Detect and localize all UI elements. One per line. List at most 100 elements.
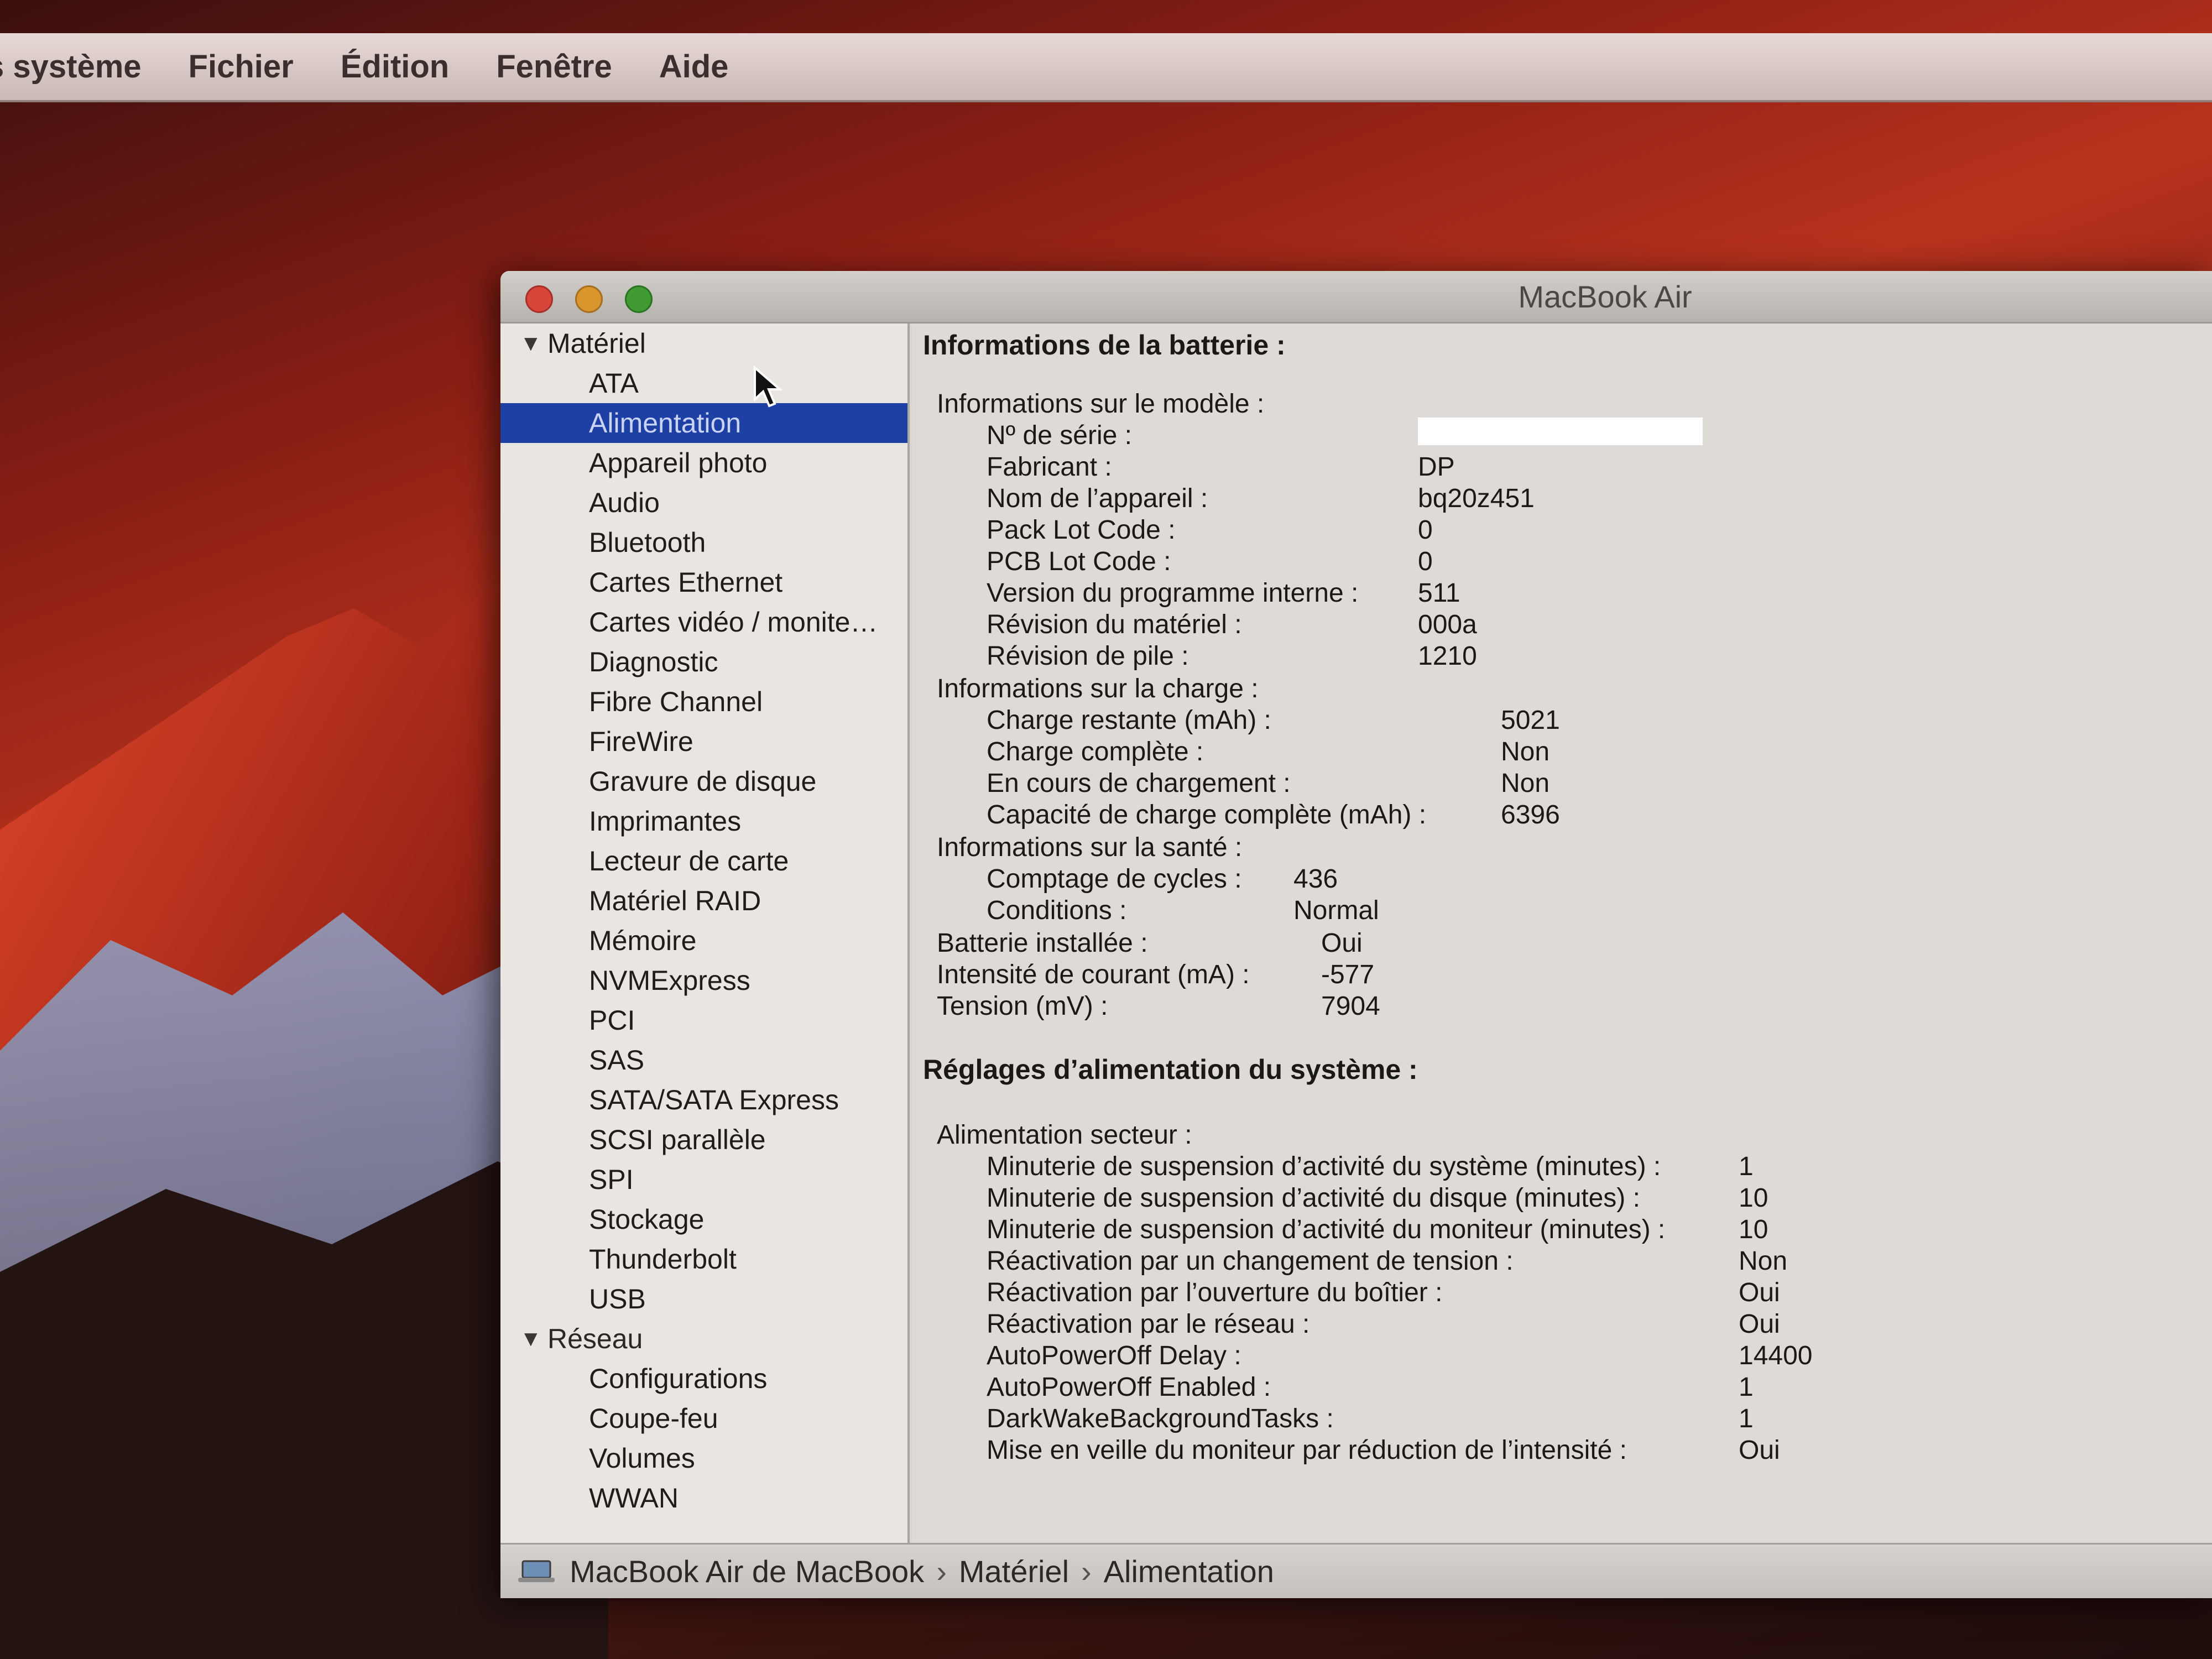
sidebar-item-ethernet[interactable]: Cartes Ethernet bbox=[500, 562, 907, 602]
sidebar-item-firewire[interactable]: FireWire bbox=[500, 722, 907, 761]
pack-lot-code-value: 0 bbox=[1418, 515, 1433, 545]
ac-power-group: Alimentation secteur : bbox=[937, 1120, 1192, 1150]
system-sleep-timer-value: 1 bbox=[1739, 1152, 1754, 1181]
sidebar-item-diagnostic[interactable]: Diagnostic bbox=[500, 642, 907, 682]
sidebar-item-audio[interactable]: Audio bbox=[500, 483, 907, 523]
sidebar-item-nvmexpress[interactable]: NVMExpress bbox=[500, 961, 907, 1000]
darkwake-tasks-value: 1 bbox=[1739, 1404, 1754, 1433]
charging-label: En cours de chargement : bbox=[987, 769, 1291, 798]
hardware-revision-label: Révision du matériel : bbox=[987, 610, 1242, 639]
system-sleep-timer-label: Minuterie de suspension d’activité du sy… bbox=[987, 1152, 1661, 1181]
menu-system-preferences[interactable]: s système bbox=[0, 48, 142, 85]
sidebar-item-fibre-channel[interactable]: Fibre Channel bbox=[500, 682, 907, 722]
sidebar-item-pci[interactable]: PCI bbox=[500, 1000, 907, 1040]
serial-number-label: Nº de série : bbox=[987, 421, 1132, 450]
autopoweroff-delay-value: 14400 bbox=[1739, 1341, 1813, 1370]
charge-info-group: Informations sur la charge : bbox=[937, 674, 1259, 703]
amperage-label: Intensité de courant (mA) : bbox=[937, 960, 1250, 989]
window-title: MacBook Air bbox=[1518, 279, 1692, 314]
sidebar-item-firewall[interactable]: Coupe-feu bbox=[500, 1399, 907, 1438]
model-info-group: Informations sur le modèle : bbox=[937, 389, 1265, 419]
sidebar: ▼ Matériel ATA Alimentation Appareil pho… bbox=[500, 324, 910, 1543]
display-dim-value: Oui bbox=[1739, 1436, 1780, 1465]
voltage-label: Tension (mV) : bbox=[937, 992, 1108, 1021]
cell-revision-label: Révision de pile : bbox=[987, 641, 1189, 671]
battery-installed-value: Oui bbox=[1321, 928, 1363, 958]
fully-charged-value: Non bbox=[1501, 737, 1550, 766]
sidebar-item-printers[interactable]: Imprimantes bbox=[500, 801, 907, 841]
manufacturer-value: DP bbox=[1418, 452, 1455, 482]
power-settings-heading: Réglages d’alimentation du système : bbox=[923, 1054, 1418, 1085]
mouse-pointer-icon bbox=[754, 365, 783, 408]
sidebar-section-label: Réseau bbox=[547, 1323, 643, 1354]
full-charge-capacity-label: Capacité de charge complète (mAh) : bbox=[987, 800, 1427, 830]
device-name-label: Nom de l’appareil : bbox=[987, 484, 1208, 513]
sidebar-item-wwan[interactable]: WWAN bbox=[500, 1478, 907, 1518]
condition-value: Normal bbox=[1293, 896, 1379, 925]
autopoweroff-delay-label: AutoPowerOff Delay : bbox=[987, 1341, 1241, 1370]
amperage-value: -577 bbox=[1321, 960, 1375, 989]
menu-file[interactable]: Fichier bbox=[189, 48, 294, 85]
sidebar-item-usb[interactable]: USB bbox=[500, 1279, 907, 1319]
wake-on-lan-label: Réactivation par le réseau : bbox=[987, 1310, 1310, 1339]
serial-number-redacted bbox=[1418, 418, 1703, 445]
health-info-group: Informations sur la santé : bbox=[937, 833, 1243, 862]
sidebar-item-graphics[interactable]: Cartes vidéo / monite… bbox=[500, 602, 907, 642]
sidebar-item-power[interactable]: Alimentation bbox=[500, 403, 907, 443]
sidebar-item-card-reader[interactable]: Lecteur de carte bbox=[500, 841, 907, 881]
disclosure-triangle-icon[interactable]: ▼ bbox=[520, 1319, 542, 1359]
full-charge-capacity-value: 6396 bbox=[1501, 800, 1560, 830]
wake-on-clamshell-value: Oui bbox=[1739, 1278, 1780, 1307]
darkwake-tasks-label: DarkWakeBackgroundTasks : bbox=[987, 1404, 1334, 1433]
sidebar-item-locations[interactable]: Configurations bbox=[500, 1359, 907, 1399]
path-segment-power[interactable]: Alimentation bbox=[1104, 1553, 1274, 1589]
pcb-lot-code-label: PCB Lot Code : bbox=[987, 547, 1171, 576]
sidebar-item-storage[interactable]: Stockage bbox=[500, 1199, 907, 1239]
disk-sleep-timer-label: Minuterie de suspension d’activité du di… bbox=[987, 1183, 1640, 1213]
sidebar-item-spi[interactable]: SPI bbox=[500, 1160, 907, 1199]
firmware-version-label: Version du programme interne : bbox=[987, 578, 1359, 608]
menu-help[interactable]: Aide bbox=[659, 48, 729, 85]
battery-info-heading: Informations de la batterie : bbox=[923, 330, 1286, 361]
wake-on-ac-change-label: Réactivation par un changement de tensio… bbox=[987, 1246, 1514, 1276]
voltage-value: 7904 bbox=[1321, 992, 1380, 1021]
manufacturer-label: Fabricant : bbox=[987, 452, 1112, 482]
device-name-value: bq20z451 bbox=[1418, 484, 1535, 513]
sidebar-item-scsi[interactable]: SCSI parallèle bbox=[500, 1120, 907, 1160]
sidebar-item-bluetooth[interactable]: Bluetooth bbox=[500, 523, 907, 562]
sidebar-section-label: Matériel bbox=[547, 328, 646, 359]
cell-revision-value: 1210 bbox=[1418, 641, 1477, 671]
sidebar-item-ata[interactable]: ATA bbox=[500, 363, 907, 403]
hardware-revision-value: 000a bbox=[1418, 610, 1477, 639]
pcb-lot-code-value: 0 bbox=[1418, 547, 1433, 576]
path-separator: › bbox=[1081, 1554, 1092, 1589]
sidebar-item-camera[interactable]: Appareil photo bbox=[500, 443, 907, 483]
battery-installed-label: Batterie installée : bbox=[937, 928, 1148, 958]
sidebar-section-hardware[interactable]: ▼ Matériel bbox=[500, 324, 907, 363]
sidebar-item-sata[interactable]: SATA/SATA Express bbox=[500, 1080, 907, 1120]
sidebar-item-sas[interactable]: SAS bbox=[500, 1040, 907, 1080]
menu-edit[interactable]: Édition bbox=[341, 48, 450, 85]
sidebar-item-memory[interactable]: Mémoire bbox=[500, 921, 907, 961]
autopoweroff-enabled-label: AutoPowerOff Enabled : bbox=[987, 1373, 1271, 1402]
detail-pane: Informations de la batterie : Informatio… bbox=[912, 324, 2212, 1543]
path-separator: › bbox=[936, 1554, 947, 1589]
sidebar-item-disc-burning[interactable]: Gravure de disque bbox=[500, 761, 907, 801]
cycle-count-label: Comptage de cycles : bbox=[987, 864, 1242, 894]
wake-on-lan-value: Oui bbox=[1739, 1310, 1780, 1339]
path-segment-hardware[interactable]: Matériel bbox=[959, 1553, 1069, 1589]
sidebar-section-network[interactable]: ▼ Réseau bbox=[500, 1319, 907, 1359]
sidebar-item-raid[interactable]: Matériel RAID bbox=[500, 881, 907, 921]
menu-window[interactable]: Fenêtre bbox=[496, 48, 612, 85]
sidebar-item-volumes[interactable]: Volumes bbox=[500, 1438, 907, 1478]
cycle-count-value: 436 bbox=[1293, 864, 1338, 894]
firmware-version-value: 511 bbox=[1418, 578, 1460, 608]
window-titlebar[interactable]: MacBook Air bbox=[500, 271, 2212, 324]
path-segment-computer[interactable]: MacBook Air de MacBook bbox=[570, 1553, 924, 1589]
charge-remaining-label: Charge restante (mAh) : bbox=[987, 706, 1271, 735]
charging-value: Non bbox=[1501, 769, 1550, 798]
autopoweroff-enabled-value: 1 bbox=[1739, 1373, 1754, 1402]
sidebar-item-thunderbolt[interactable]: Thunderbolt bbox=[500, 1239, 907, 1279]
fully-charged-label: Charge complète : bbox=[987, 737, 1204, 766]
disclosure-triangle-icon[interactable]: ▼ bbox=[520, 324, 542, 363]
